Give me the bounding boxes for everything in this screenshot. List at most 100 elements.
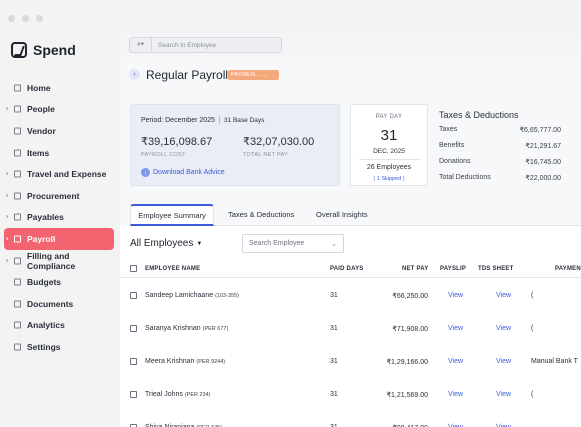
- download-icon: ↓: [141, 168, 150, 177]
- net-pay-cell: ₹71,908.00: [392, 326, 428, 333]
- employee-name-cell: Meera Krishnan (PER 9244): [145, 358, 225, 365]
- employee-count: 26 Employees: [366, 164, 412, 171]
- employee-name: Trieal Johns: [145, 391, 183, 398]
- sidebar-item-analytics[interactable]: Analytics: [4, 315, 114, 337]
- tds-sheet-view-link[interactable]: View: [496, 391, 511, 398]
- payment-cell: (: [531, 292, 534, 299]
- sidebar-item-vendor[interactable]: Vendor: [4, 120, 114, 142]
- deduction-label: Total Deductions: [439, 174, 491, 181]
- net-pay-cell: ₹1,29,166.00: [386, 359, 428, 366]
- column-net-pay[interactable]: NET PAY: [402, 266, 428, 272]
- row-checkbox[interactable]: [130, 358, 137, 365]
- sidebar-item-label: Procurement: [27, 190, 80, 201]
- window-controls: [8, 15, 43, 22]
- sidebar-item-label: Items: [27, 147, 50, 158]
- back-arrow-icon[interactable]: ‹: [129, 69, 140, 80]
- sidebar-item-documents[interactable]: Documents: [4, 293, 114, 315]
- employee-search-bar[interactable]: ⌕▾ Search in Employee: [129, 37, 282, 53]
- tds-sheet-view-link[interactable]: View: [496, 325, 511, 332]
- maximize-window-dot[interactable]: [36, 15, 43, 22]
- employee-filter-dropdown[interactable]: All Employees ▼: [130, 238, 202, 249]
- sidebar-item-procurement[interactable]: › Procurement: [4, 185, 114, 207]
- table-row[interactable]: Saranya Krishnan (PER 677) ₹71,908.00 31 Vi…: [120, 313, 581, 346]
- table-row[interactable]: Meera Krishnan (PER 9244) ₹1,29,166.00 31 V…: [120, 346, 581, 379]
- sidebar-item-people[interactable]: › People: [4, 99, 114, 121]
- payslip-view-link[interactable]: View: [448, 391, 463, 398]
- sidebar-item-filling-and-compliance[interactable]: › Filling and Compliance: [4, 250, 114, 272]
- payment-cell: (: [531, 391, 534, 398]
- table-row[interactable]: Sandeep Lamichaane (103-355) ₹66,250.00 31…: [120, 280, 581, 313]
- chevron-right-icon: ›: [6, 213, 9, 221]
- app-logo[interactable]: Spend: [11, 42, 76, 58]
- row-checkbox[interactable]: [130, 391, 137, 398]
- paid-days-cell: 31: [330, 391, 338, 398]
- payroll-period: Period: December 2025 31 Base Days: [141, 116, 264, 124]
- sidebar-item-label: Vendor: [27, 125, 56, 136]
- sidebar-item-payroll[interactable]: › Payroll: [4, 228, 114, 250]
- chevron-down-icon: ⌄: [331, 240, 337, 248]
- employee-name: Meera Krishnan: [145, 358, 195, 365]
- download-bank-advice-link[interactable]: ↓ Download Bank Advice: [141, 168, 225, 177]
- column-paid-days[interactable]: PAID DAYS: [330, 266, 363, 272]
- sidebar-item-budgets[interactable]: Budgets: [4, 271, 114, 293]
- column-payment[interactable]: PAYMEN: [555, 266, 581, 272]
- pay-day-card: PAY DAY 31 DEC, 2025 26 Employees ( 1 Sk…: [350, 104, 428, 186]
- sidebar-item-label: Analytics: [27, 320, 65, 331]
- tds-sheet-view-link[interactable]: View: [496, 292, 511, 299]
- deduction-value: ₹22,000.00: [525, 175, 561, 182]
- employee-code: (PER 234): [184, 392, 211, 398]
- sidebar-item-travel-and-expense[interactable]: › Travel and Expense: [4, 163, 114, 185]
- column-employee-name[interactable]: EMPLOYEE NAME: [145, 266, 200, 272]
- employee-filter-label: All Employees: [130, 238, 194, 249]
- table-row[interactable]: Shiva Niranjana (PER 345)₹98,417.0031Vie…: [120, 412, 581, 427]
- tab-taxes-deductions[interactable]: Taxes & Deductions: [228, 210, 294, 219]
- search-employee-placeholder: Search Employee: [249, 240, 305, 247]
- payroll-icon: [14, 235, 21, 243]
- payables-icon: [14, 213, 21, 221]
- skipped-count-link[interactable]: ( 1 Skipped ): [351, 176, 427, 182]
- select-all-checkbox[interactable]: [130, 265, 137, 272]
- table-row[interactable]: Trieal Johns (PER 234) ₹1,21,569.00 31 View…: [120, 379, 581, 412]
- sidebar-item-items[interactable]: Items: [4, 142, 114, 164]
- deduction-label: Donations: [439, 158, 471, 165]
- minimize-window-dot[interactable]: [22, 15, 29, 22]
- table-header: EMPLOYEE NAME PAID DAYS NET PAY PAYSLIP …: [120, 260, 581, 278]
- period-label: Period: December 2025: [141, 116, 215, 124]
- tab-overall-insights[interactable]: Overall Insights: [316, 210, 368, 219]
- tds-sheet-view-link[interactable]: View: [496, 358, 511, 365]
- employee-name: Sandeep Lamichaane: [145, 292, 214, 299]
- chevron-right-icon: ›: [6, 192, 9, 200]
- people-icon: [14, 105, 21, 113]
- column-payslip[interactable]: PAYSLIP: [440, 266, 466, 272]
- sidebar-item-payables[interactable]: › Payables: [4, 207, 114, 229]
- tab-employee-summary[interactable]: Employee Summary: [130, 204, 214, 226]
- payslip-view-link[interactable]: View: [448, 358, 463, 365]
- sidebar-item-label: Budgets: [27, 277, 61, 288]
- sidebar-item-home[interactable]: Home: [4, 77, 114, 99]
- compliance-icon: [14, 257, 21, 265]
- row-checkbox[interactable]: [130, 292, 137, 299]
- search-icon[interactable]: ⌕▾: [130, 38, 152, 52]
- sidebar-item-settings[interactable]: Settings: [4, 336, 114, 358]
- row-checkbox[interactable]: [130, 325, 137, 332]
- employee-name-cell: Saranya Krishnan (PER 677): [145, 325, 228, 332]
- payslip-view-link[interactable]: View: [448, 325, 463, 332]
- documents-icon: [14, 300, 21, 308]
- column-tds-sheet[interactable]: TDS SHEET: [478, 266, 513, 272]
- close-window-dot[interactable]: [8, 15, 15, 22]
- settings-icon: [14, 343, 21, 351]
- paid-days-cell: 31: [330, 292, 338, 299]
- pay-day-date: 31: [380, 127, 398, 144]
- search-employee-select[interactable]: Search Employee ⌄: [242, 234, 344, 253]
- window-title-bar: [0, 0, 581, 34]
- pay-day-month: DEC, 2025: [373, 148, 405, 155]
- chevron-right-icon: ›: [6, 170, 9, 178]
- budgets-icon: [14, 278, 21, 286]
- payslip-view-link[interactable]: View: [448, 292, 463, 299]
- search-input[interactable]: Search in Employee: [152, 42, 216, 49]
- deduction-row: Donations ₹16,745.00: [439, 158, 561, 166]
- chevron-right-icon: ›: [6, 235, 9, 243]
- sidebar-item-label: Payables: [27, 212, 64, 223]
- employee-name-cell: Trieal Johns (PER 234): [145, 391, 211, 398]
- net-pay-value: ₹32,07,030.00: [243, 136, 315, 148]
